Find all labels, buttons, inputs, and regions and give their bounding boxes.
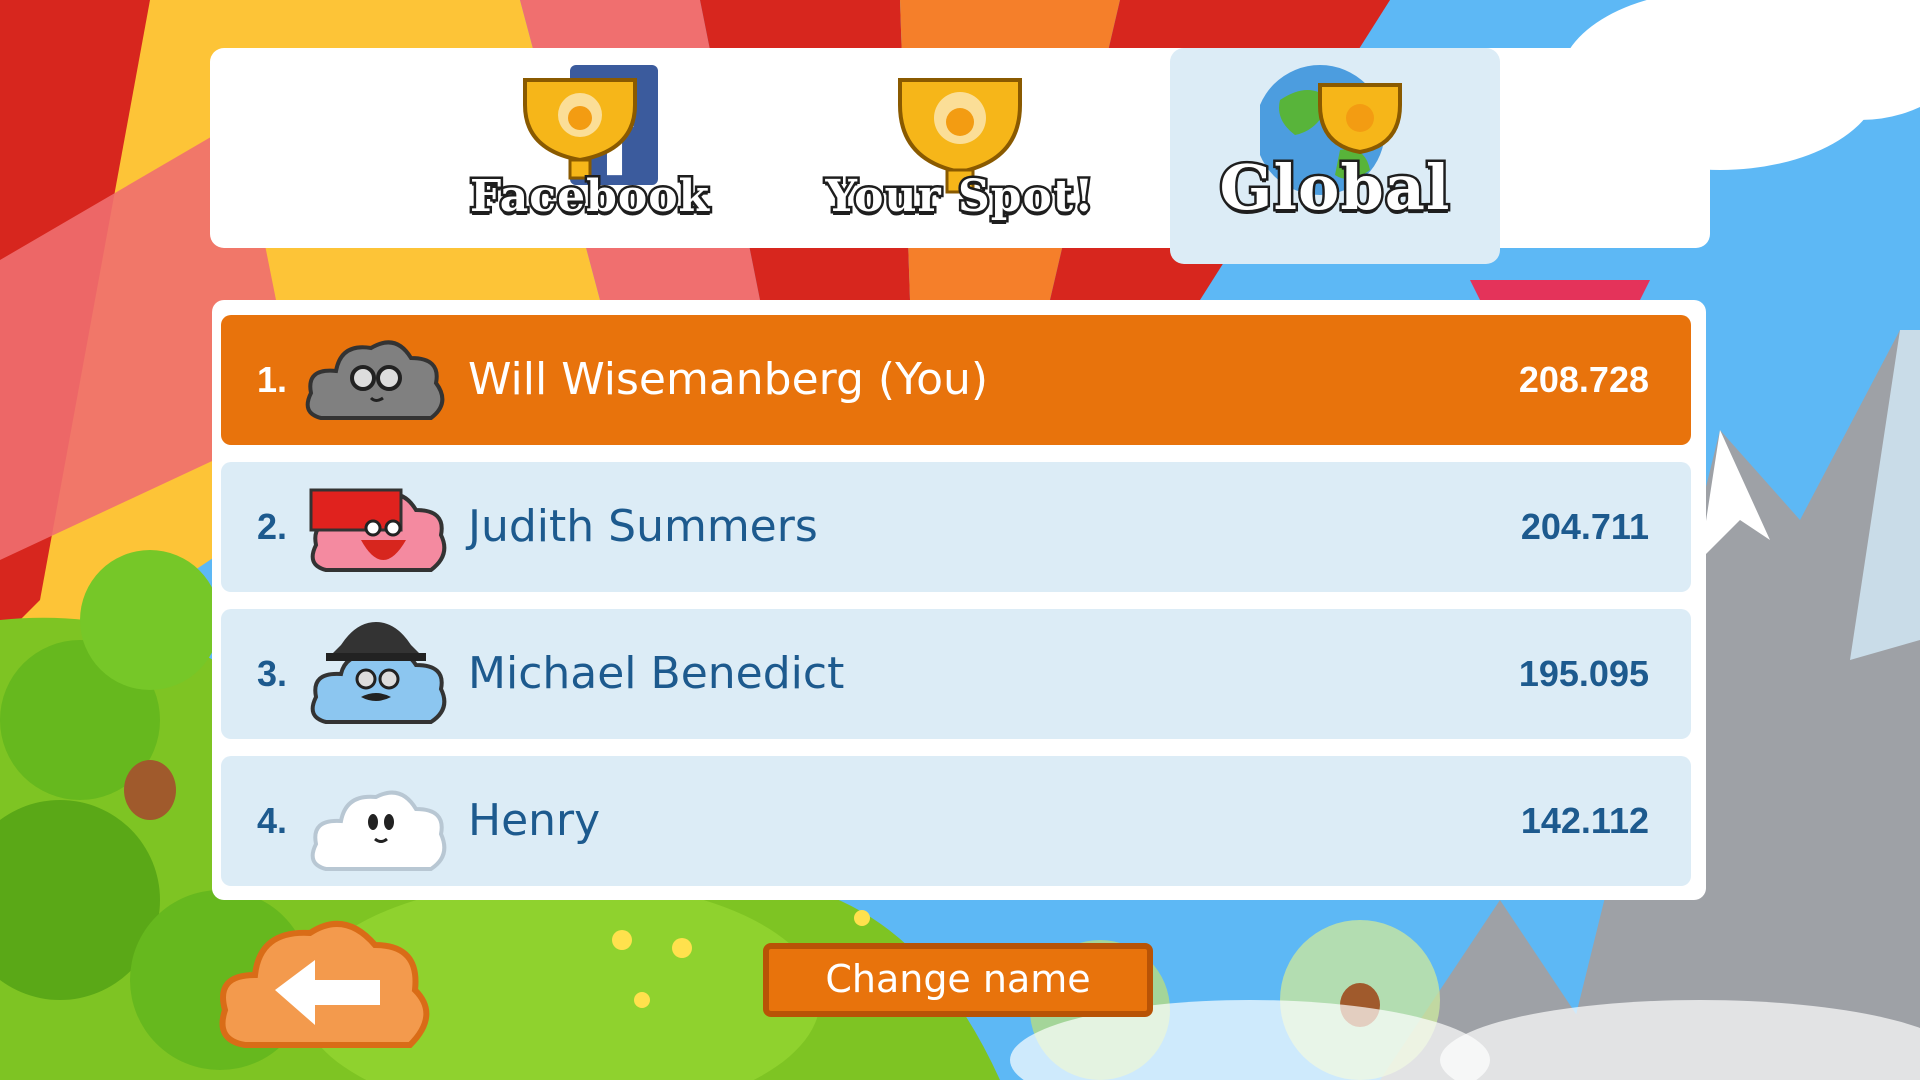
- player-name: Judith Summers: [468, 501, 818, 552]
- leaderboard-row-current-user[interactable]: 1. Will Wisemanberg (You) 208.728: [221, 315, 1691, 445]
- tab-label: Global: [1217, 149, 1452, 227]
- tab-global[interactable]: Global: [1170, 48, 1500, 264]
- back-button[interactable]: [215, 905, 440, 1055]
- tab-facebook[interactable]: f Facebook: [410, 48, 770, 248]
- red-cloud-ninja-avatar: [309, 488, 447, 572]
- player-name: Michael Benedict: [468, 648, 845, 699]
- back-arrow-icon: [219, 921, 430, 1048]
- leaderboard-row[interactable]: 2. Judith Summers 204.711: [221, 462, 1691, 592]
- gray-cloud-sunglasses-avatar: [305, 340, 445, 420]
- rank-label: 4.: [257, 800, 288, 841]
- rank-label: 1.: [257, 359, 288, 400]
- tab-label: Your Spot!: [823, 169, 1096, 225]
- player-name: Will Wisemanberg (You): [468, 354, 989, 405]
- player-score: 195.095: [1518, 653, 1649, 694]
- white-cloud-avatar: [310, 790, 447, 871]
- player-score: 204.711: [1520, 506, 1649, 547]
- tab-label: Facebook: [467, 169, 711, 225]
- change-name-button[interactable]: Change name: [763, 943, 1153, 1017]
- leaderboard-row[interactable]: 3. Michael Benedict 195.095: [221, 609, 1691, 739]
- player-name: Henry: [468, 795, 601, 846]
- rank-label: 2.: [257, 506, 288, 547]
- tab-your-spot[interactable]: Your Spot!: [780, 48, 1140, 248]
- blue-cloud-fedora-avatar: [310, 622, 447, 724]
- leaderboard-tabs: f Facebook Your Spot! Global: [210, 48, 1710, 264]
- leaderboard-list: 1. Will Wisemanberg (You) 208.728 2. Jud…: [212, 300, 1706, 900]
- leaderboard-row[interactable]: 4. Henry 142.112: [221, 756, 1691, 886]
- rank-label: 3.: [257, 653, 288, 694]
- player-score: 208.728: [1518, 359, 1649, 400]
- player-score: 142.112: [1520, 800, 1649, 841]
